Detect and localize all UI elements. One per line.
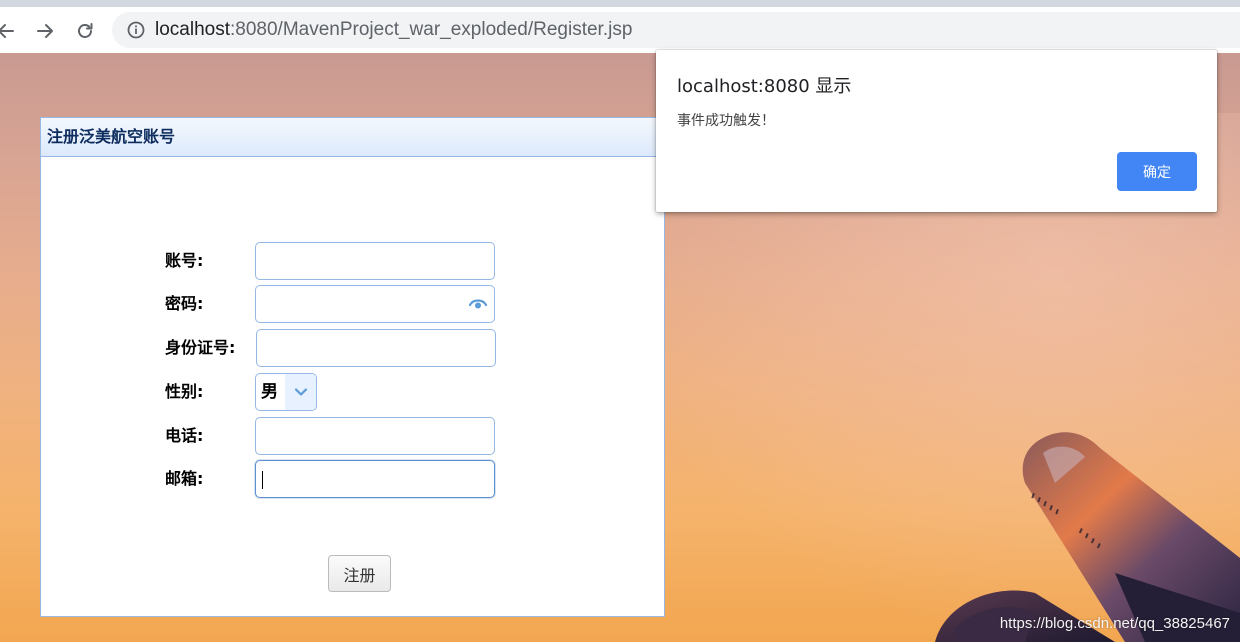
reload-button[interactable]: [71, 17, 99, 45]
chevron-down-icon: [294, 388, 307, 396]
register-button[interactable]: 注册: [328, 555, 391, 592]
arrow-left-icon: [0, 24, 14, 38]
arrow-right-icon: [37, 24, 53, 38]
reload-icon: [78, 23, 93, 38]
dialog-title: localhost:8080 显示: [677, 76, 852, 97]
url-host: localhost: [155, 19, 230, 40]
gender-select[interactable]: 男: [255, 373, 317, 411]
url-text: localhost:8080/MavenProject_war_exploded…: [155, 19, 632, 41]
gender-row: 性别: 男: [165, 373, 565, 411]
dialog-ok-button[interactable]: 确定: [1117, 152, 1197, 191]
account-input[interactable]: [255, 242, 495, 280]
watermark-text: https://blog.csdn.net/qq_38825467: [999, 615, 1230, 632]
back-button[interactable]: [0, 17, 20, 45]
address-bar[interactable]: localhost:8080/MavenProject_war_exploded…: [112, 12, 1240, 48]
gender-dropdown-toggle[interactable]: [285, 374, 316, 410]
email-label: 邮箱:: [165, 469, 204, 488]
email-input[interactable]: [255, 460, 495, 498]
phone-row: 电话:: [165, 417, 565, 455]
phone-input[interactable]: [255, 417, 495, 455]
register-panel: 注册泛美航空账号 账号: 密码: 身份证号: 性别: 男 电话: 邮箱: 注册: [40, 117, 665, 617]
browser-toolbar: localhost:8080/MavenProject_war_exploded…: [0, 7, 1240, 53]
password-row: 密码:: [165, 285, 565, 323]
url-path: :8080/MavenProject_war_exploded/Register…: [230, 19, 633, 40]
panel-header: 注册泛美航空账号: [41, 118, 664, 157]
password-input[interactable]: [255, 285, 495, 323]
id-number-label: 身份证号:: [165, 338, 236, 357]
email-row: 邮箱:: [165, 460, 565, 498]
panel-title: 注册泛美航空账号: [47, 127, 176, 146]
eye-icon[interactable]: [469, 298, 487, 310]
gender-value: 男: [261, 382, 278, 402]
gender-label: 性别:: [165, 382, 204, 401]
id-number-input[interactable]: [256, 329, 496, 367]
phone-label: 电话:: [165, 426, 204, 445]
password-label: 密码:: [165, 294, 204, 313]
info-icon[interactable]: [126, 20, 146, 40]
alert-dialog: localhost:8080 显示 事件成功触发！ 确定: [656, 50, 1217, 212]
dialog-message: 事件成功触发！: [677, 113, 775, 129]
account-row: 账号:: [165, 242, 565, 280]
airplane-image: [935, 432, 1240, 642]
forward-button[interactable]: [31, 17, 59, 45]
text-caret: [262, 471, 263, 489]
tab-strip: [0, 0, 1240, 7]
account-label: 账号:: [165, 251, 204, 270]
id-number-row: 身份证号:: [165, 329, 565, 367]
